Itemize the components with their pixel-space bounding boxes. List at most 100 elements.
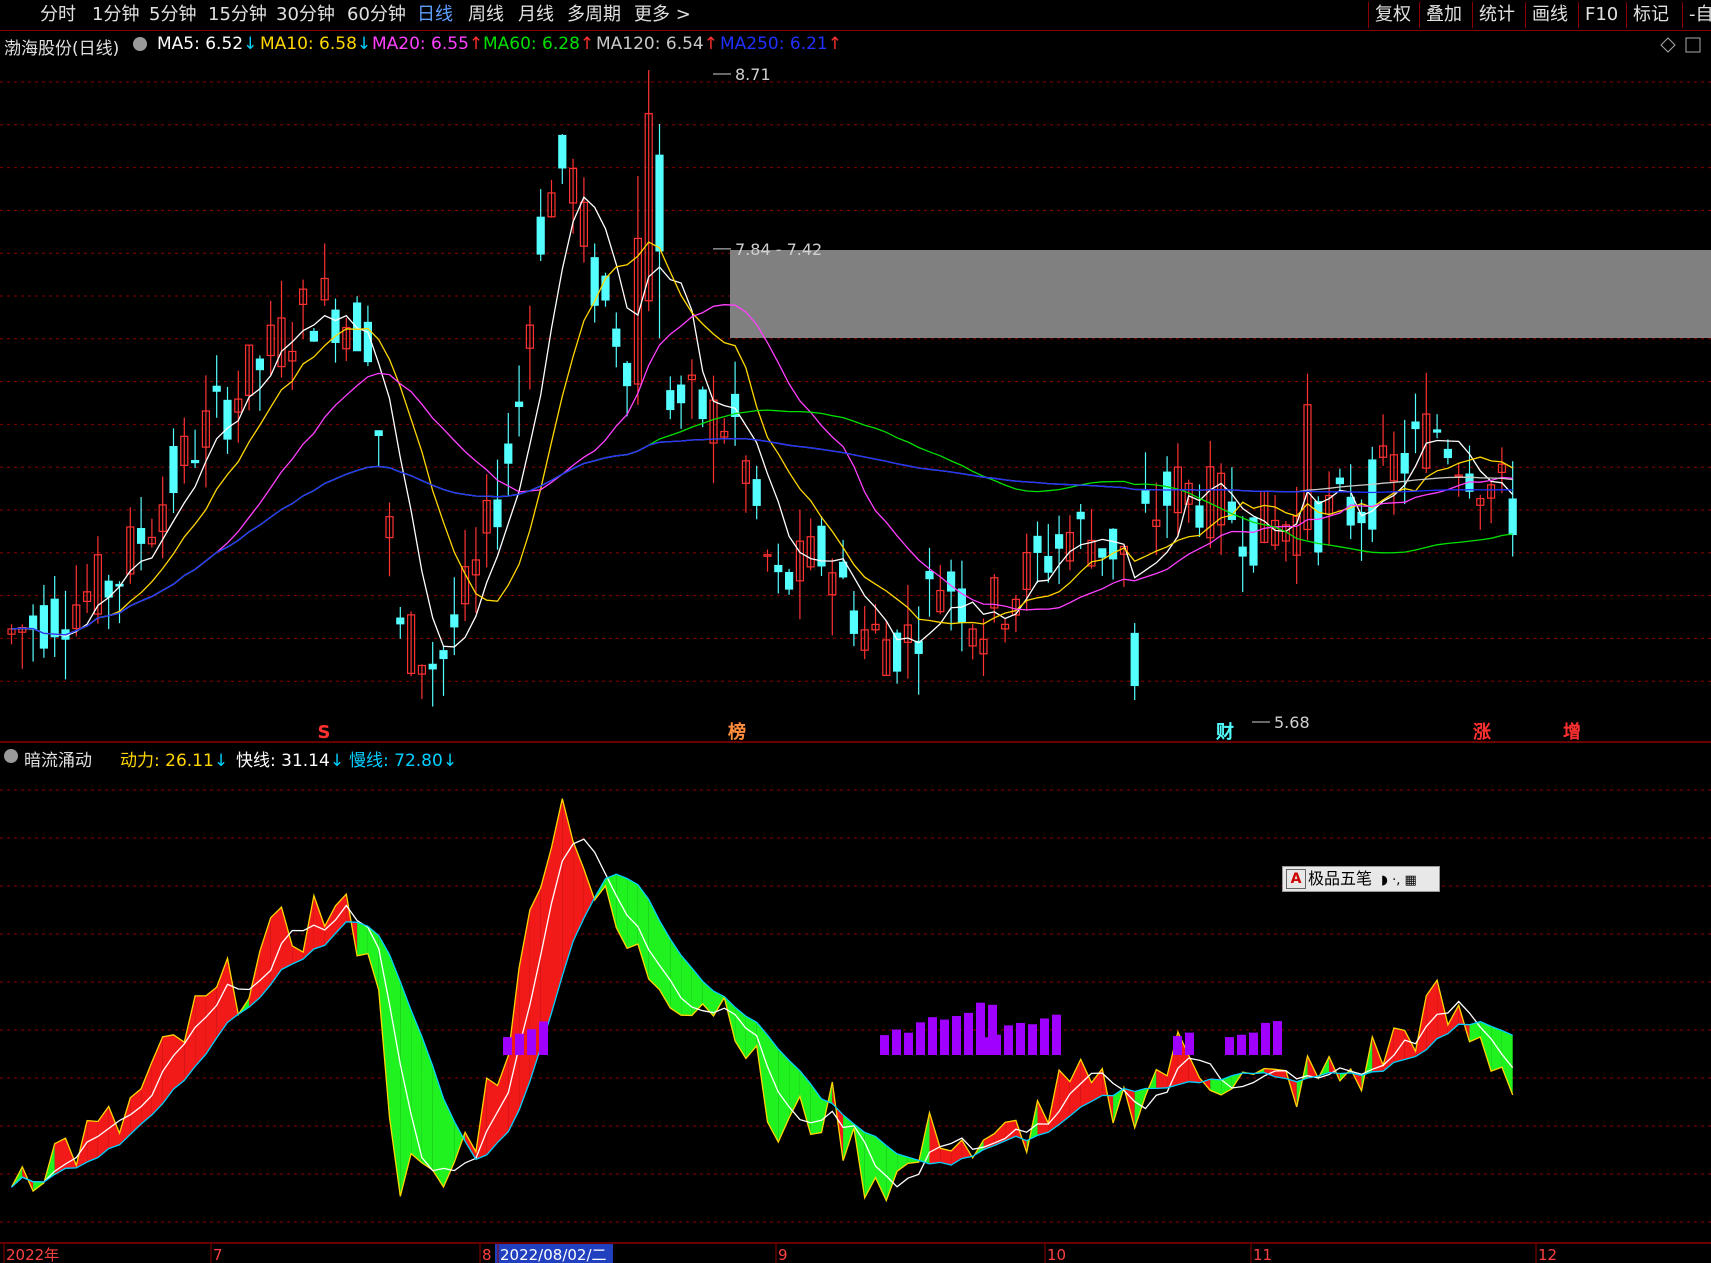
indicator-bar [904, 1032, 913, 1055]
legend-value: MA60: 6.28 [483, 34, 580, 54]
x-axis-label: 2022年 [6, 1246, 59, 1263]
period-tab-0[interactable]: 分时 [40, 2, 76, 28]
toolbar-button-6[interactable]: -自 [1682, 2, 1711, 28]
arrow-up-icon: ↑ [579, 34, 595, 54]
indicator-fill [1501, 1030, 1513, 1095]
legend-value: MA20: 6.55 [372, 34, 469, 54]
period-tab-10[interactable]: 更多 > [634, 2, 691, 28]
candle-body [396, 617, 405, 625]
candle-body [925, 570, 934, 580]
indicator-fill [627, 878, 638, 949]
indicator-fill [886, 1145, 898, 1201]
main-chart-legend: 渤海股份(日线) MA5: 6.52↓ MA10: 6.58↓ MA20: 6.55↑… [0, 30, 1711, 59]
indicator-fill [486, 1078, 498, 1155]
candle-body [169, 445, 178, 494]
legend-title: 渤海股份(日线) [4, 39, 120, 59]
indicator-bar [916, 1022, 925, 1055]
candle-body [1195, 505, 1204, 528]
candle-body [309, 330, 318, 342]
candle-body [1141, 490, 1150, 504]
ime-toolbar[interactable]: A 极品五笔 ◗ ·, ▦ [1282, 866, 1440, 892]
candle-body [698, 389, 707, 420]
indicator-fill [648, 899, 660, 990]
candle-body [558, 134, 567, 169]
period-tab-3[interactable]: 15分钟 [208, 2, 267, 28]
price-annotation-range: 7.84 - 7.42 [735, 240, 822, 259]
price-annotation-high: 8.71 [735, 65, 771, 84]
legend-value: 动力: 26.11 [120, 751, 214, 771]
indicator-bar [1261, 1022, 1270, 1055]
toolbar-button-5[interactable]: 标记 [1626, 2, 1669, 28]
candle-body [774, 564, 783, 573]
legend-toggle-icon[interactable] [133, 37, 147, 51]
indicator-bar [1028, 1024, 1037, 1055]
candle-body [1098, 548, 1107, 558]
ma-line-ma120 [11, 437, 1513, 636]
ime-mode-icon[interactable]: A [1286, 869, 1306, 889]
indicator-fill [1080, 1059, 1092, 1108]
indicator-fill [929, 1112, 941, 1164]
event-marker: 增 [1563, 721, 1581, 743]
candle-body [590, 257, 599, 306]
candle-body [536, 216, 545, 255]
period-tab-9[interactable]: 多周期 [567, 2, 621, 28]
arrow-down-icon: ↓ [442, 751, 458, 771]
ind-legend-item-0: 动力: 26.11↓ [120, 746, 228, 771]
price-annotation-low: 5.68 [1274, 713, 1310, 732]
period-tab-8[interactable]: 月线 [518, 2, 554, 28]
candle-body [784, 571, 794, 590]
candle-body [849, 610, 859, 634]
indicator-bar [992, 1034, 1001, 1055]
arrow-down-icon: ↓ [213, 751, 229, 771]
indicator-bar [1237, 1034, 1246, 1055]
indicator-fill [141, 1062, 152, 1124]
toolbar-button-0[interactable]: 复权 [1368, 2, 1411, 28]
indicator-fill [875, 1136, 887, 1201]
indicator-bar [1249, 1032, 1258, 1055]
indicator-toggle-icon[interactable] [4, 749, 18, 763]
indicator-bar [539, 1021, 548, 1055]
ind-legend-item-2: 慢线: 72.80↓ [349, 746, 457, 771]
event-marker: 财 [1216, 721, 1234, 743]
candle-body [374, 430, 383, 437]
indicator-fill [421, 1036, 433, 1171]
candle-body [137, 528, 146, 544]
period-tab-5[interactable]: 60分钟 [347, 2, 406, 28]
legend-item-2: MA20: 6.55↑ [372, 34, 483, 54]
stock-chart[interactable]: 8.71 7.84 - 7.42 5.68 S 榜 财 涨 增 2022年 7 8 2022/08/0… [0, 0, 1711, 1263]
ime-options-icon[interactable]: ◗ ·, ▦ [1381, 873, 1417, 888]
x-axis-label: 12 [1538, 1246, 1557, 1263]
indicator-bar [980, 1037, 989, 1055]
toolbar-button-1[interactable]: 叠加 [1419, 2, 1462, 28]
period-tab-4[interactable]: 30分钟 [276, 2, 335, 28]
candles [7, 70, 1517, 707]
legend-item-1: MA10: 6.58↓ [260, 34, 371, 54]
arrow-up-icon: ↑ [827, 34, 842, 54]
indicator-bar [527, 1029, 536, 1055]
legend-value: MA250: 6.21 [720, 34, 828, 54]
period-tab-7[interactable]: 周线 [468, 2, 504, 28]
toolbar-button-3[interactable]: 画线 [1525, 2, 1568, 28]
indicator-bar [880, 1035, 889, 1055]
indicator-fill [205, 987, 217, 1055]
period-tab-2[interactable]: 5分钟 [149, 2, 196, 28]
power-line [10, 798, 1514, 1203]
candle-body [514, 401, 524, 408]
candle-body [1443, 448, 1453, 459]
x-axis-label: 7 [213, 1246, 223, 1263]
indicator-fill [378, 935, 390, 1118]
period-tab-6[interactable]: 日线 [417, 2, 453, 28]
candle-body [655, 154, 664, 252]
period-tab-1[interactable]: 1分钟 [92, 2, 139, 28]
indicator-fill [357, 922, 368, 956]
toolbar-button-2[interactable]: 统计 [1472, 2, 1515, 28]
indicator-fill [778, 1049, 790, 1143]
ma-line-ma250 [11, 437, 1513, 636]
indicator-fill [562, 798, 574, 976]
arrow-up-icon: ↑ [703, 34, 718, 54]
legend-value: MA10: 6.58 [260, 34, 357, 54]
legend-value: MA120: 6.54 [596, 34, 704, 54]
toolbar-button-4[interactable]: F10 [1578, 2, 1618, 28]
candle-body [29, 615, 38, 630]
candle-body [1044, 555, 1053, 573]
